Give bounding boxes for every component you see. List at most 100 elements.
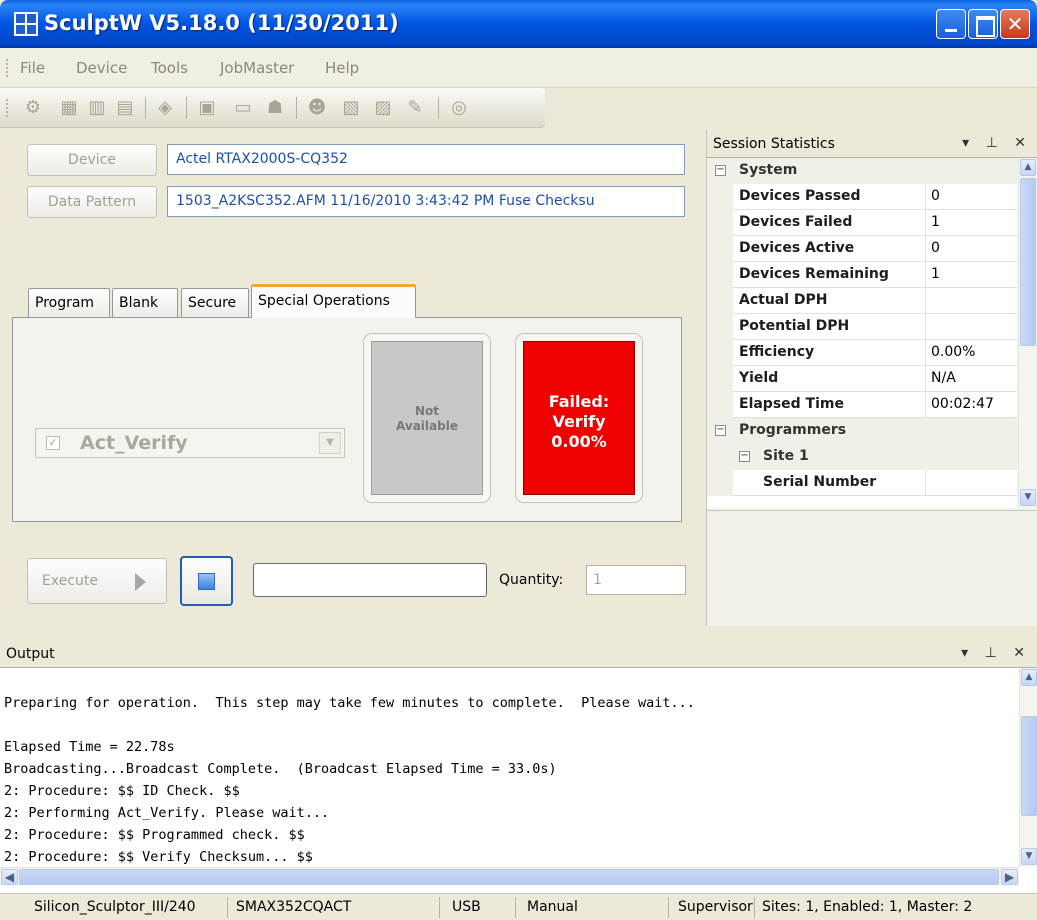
toolbar-separator bbox=[438, 97, 439, 119]
status-input[interactable] bbox=[253, 563, 487, 597]
status-sites: Sites: 1, Enabled: 1, Master: 2 bbox=[762, 899, 973, 915]
pane-controls[interactable]: ▾ ⊥ ✕ bbox=[961, 645, 1031, 661]
log-line: 2: Procedure: $$ Verify Checksum... $$ bbox=[4, 849, 313, 865]
toolbar-separator bbox=[186, 97, 187, 119]
toolbar-grip[interactable] bbox=[6, 99, 9, 117]
menu-bar: File Device Tools JobMaster Help bbox=[0, 48, 1037, 88]
maximize-icon bbox=[969, 10, 997, 38]
menu-help[interactable]: Help bbox=[325, 59, 359, 77]
output-header: Output ▾ ⊥ ✕ bbox=[0, 640, 1037, 668]
close-button[interactable]: ✕ bbox=[1000, 9, 1030, 39]
scroll-thumb[interactable] bbox=[1020, 178, 1036, 346]
stat-row[interactable]: Efficiency 0.00% bbox=[707, 340, 1017, 366]
stats-scrollbar[interactable]: ▲ ▼ bbox=[1018, 158, 1036, 508]
category-site[interactable]: − Site 1 bbox=[707, 444, 1017, 470]
open-job-icon[interactable]: ▧ bbox=[340, 97, 362, 119]
user-icon[interactable]: ☗ bbox=[264, 97, 286, 119]
category-system[interactable]: − System bbox=[707, 158, 1017, 184]
scroll-right-icon[interactable]: ▶ bbox=[1001, 869, 1018, 885]
pane-controls[interactable]: ▾ ⊥ ✕ bbox=[962, 135, 1032, 151]
maximize-button[interactable] bbox=[968, 9, 998, 39]
operation-select[interactable]: ✓ Act_Verify ▼ bbox=[35, 428, 345, 458]
data-pattern-button[interactable]: Data Pattern bbox=[27, 186, 157, 218]
stat-row[interactable]: Actual DPH bbox=[707, 288, 1017, 314]
stop-button[interactable] bbox=[180, 556, 233, 606]
status-programmer: Silicon_Sculptor_III/240 bbox=[34, 899, 196, 915]
session-statistics-header: Session Statistics ▾ ⊥ ✕ bbox=[707, 130, 1037, 158]
menu-tools[interactable]: Tools bbox=[151, 59, 188, 77]
log-line: Preparing for operation. This step may t… bbox=[4, 695, 695, 711]
tools-icon[interactable]: ✎ bbox=[404, 97, 426, 119]
scroll-down-icon[interactable]: ▼ bbox=[1020, 489, 1036, 506]
toolbar-separator bbox=[296, 97, 297, 119]
output-horizontal-scrollbar[interactable]: ◀ ▶ bbox=[0, 867, 1019, 885]
operation-selected-value: Act_Verify bbox=[80, 432, 188, 454]
device-button[interactable]: Device bbox=[27, 144, 157, 176]
stop-icon bbox=[198, 573, 215, 590]
output-log[interactable]: Preparing for operation. This step may t… bbox=[4, 670, 1014, 868]
stat-row[interactable]: Yield N/A bbox=[707, 366, 1017, 392]
scroll-left-icon[interactable]: ◀ bbox=[1, 869, 18, 885]
settings-icon[interactable]: ⚙ bbox=[22, 97, 44, 119]
stat-row[interactable]: Elapsed Time 00:02:47 bbox=[707, 392, 1017, 418]
chevron-down-icon[interactable]: ▼ bbox=[319, 432, 341, 454]
menu-file[interactable]: File bbox=[20, 59, 45, 77]
chip-scan-icon[interactable]: ◈ bbox=[154, 97, 176, 119]
stat-row[interactable]: Devices Remaining 1 bbox=[707, 262, 1017, 288]
session-statistics-panel: Session Statistics ▾ ⊥ ✕ − System Device… bbox=[706, 130, 1037, 626]
document-icon[interactable]: ▣ bbox=[196, 97, 218, 119]
chip-icon[interactable]: ▥ bbox=[86, 97, 108, 119]
collapse-icon[interactable]: − bbox=[739, 451, 750, 462]
operation-checkbox[interactable]: ✓ bbox=[46, 436, 60, 450]
menu-jobmaster[interactable]: JobMaster bbox=[220, 59, 294, 77]
failed-line-1: Failed: bbox=[548, 392, 610, 411]
property-description-area bbox=[707, 510, 1037, 626]
chip-programmer-icon[interactable]: ▦ bbox=[58, 97, 80, 119]
scroll-up-icon[interactable]: ▲ bbox=[1020, 159, 1036, 176]
tab-program[interactable]: Program bbox=[28, 288, 110, 318]
collapse-icon[interactable]: − bbox=[715, 165, 726, 176]
minimize-button[interactable] bbox=[936, 9, 966, 39]
save-job-icon[interactable]: ▨ bbox=[372, 97, 394, 119]
tab-secure[interactable]: Secure bbox=[181, 288, 249, 318]
stat-row[interactable]: Devices Failed 1 bbox=[707, 210, 1017, 236]
not-available-line-2: Available bbox=[396, 419, 458, 433]
stat-row[interactable]: Devices Active 0 bbox=[707, 236, 1017, 262]
category-programmers[interactable]: − Programmers bbox=[707, 418, 1017, 444]
data-pattern-field[interactable]: 1503_A2KSC352.AFM 11/16/2010 3:43:42 PM … bbox=[167, 186, 685, 217]
help-icon[interactable]: ◎ bbox=[448, 97, 470, 119]
tab-blank[interactable]: Blank bbox=[112, 288, 178, 318]
stat-row[interactable]: Devices Passed 0 bbox=[707, 184, 1017, 210]
failed-status-card: Failed: Verify 0.00% bbox=[515, 333, 643, 503]
status-user: Supervisor bbox=[678, 899, 753, 915]
operator-icon[interactable]: ☻ bbox=[306, 97, 328, 119]
tab-special-operations[interactable]: Special Operations bbox=[251, 284, 416, 318]
execute-button[interactable]: Execute bbox=[27, 558, 167, 604]
session-statistics-title: Session Statistics bbox=[713, 136, 835, 152]
chip-edit-icon[interactable]: ▤ bbox=[114, 97, 136, 119]
menu-grip[interactable] bbox=[6, 59, 9, 77]
toolbar-separator bbox=[145, 97, 146, 119]
output-pane: Output ▾ ⊥ ✕ Preparing for operation. Th… bbox=[0, 640, 1037, 893]
category-label: Site 1 bbox=[763, 448, 809, 464]
scroll-down-icon[interactable]: ▼ bbox=[1021, 848, 1037, 865]
serial-icon[interactable]: ▭ bbox=[232, 97, 254, 119]
execute-label: Execute bbox=[42, 573, 98, 589]
stat-row[interactable]: Potential DPH bbox=[707, 314, 1017, 340]
log-line: 2: Procedure: $$ Programmed check. $$ bbox=[4, 827, 305, 843]
scroll-up-icon[interactable]: ▲ bbox=[1021, 669, 1037, 686]
status-mode: Manual bbox=[527, 899, 578, 915]
quantity-input[interactable]: 1 bbox=[586, 565, 686, 595]
scroll-thumb[interactable] bbox=[19, 869, 999, 885]
failed-line-3: 0.00% bbox=[551, 432, 607, 451]
menu-device[interactable]: Device bbox=[76, 59, 127, 77]
collapse-icon[interactable]: − bbox=[715, 425, 726, 436]
stat-row[interactable]: Serial Number bbox=[707, 470, 1017, 496]
scroll-thumb[interactable] bbox=[1021, 716, 1037, 816]
log-line: 2: Procedure: $$ ID Check. $$ bbox=[4, 783, 240, 799]
not-available-card: Not Available bbox=[363, 333, 491, 503]
window-title: SculptW V5.18.0 (11/30/2011) bbox=[44, 11, 399, 35]
output-vertical-scrollbar[interactable]: ▲ ▼ bbox=[1019, 668, 1037, 867]
device-field[interactable]: Actel RTAX2000S-CQ352 bbox=[167, 144, 685, 175]
